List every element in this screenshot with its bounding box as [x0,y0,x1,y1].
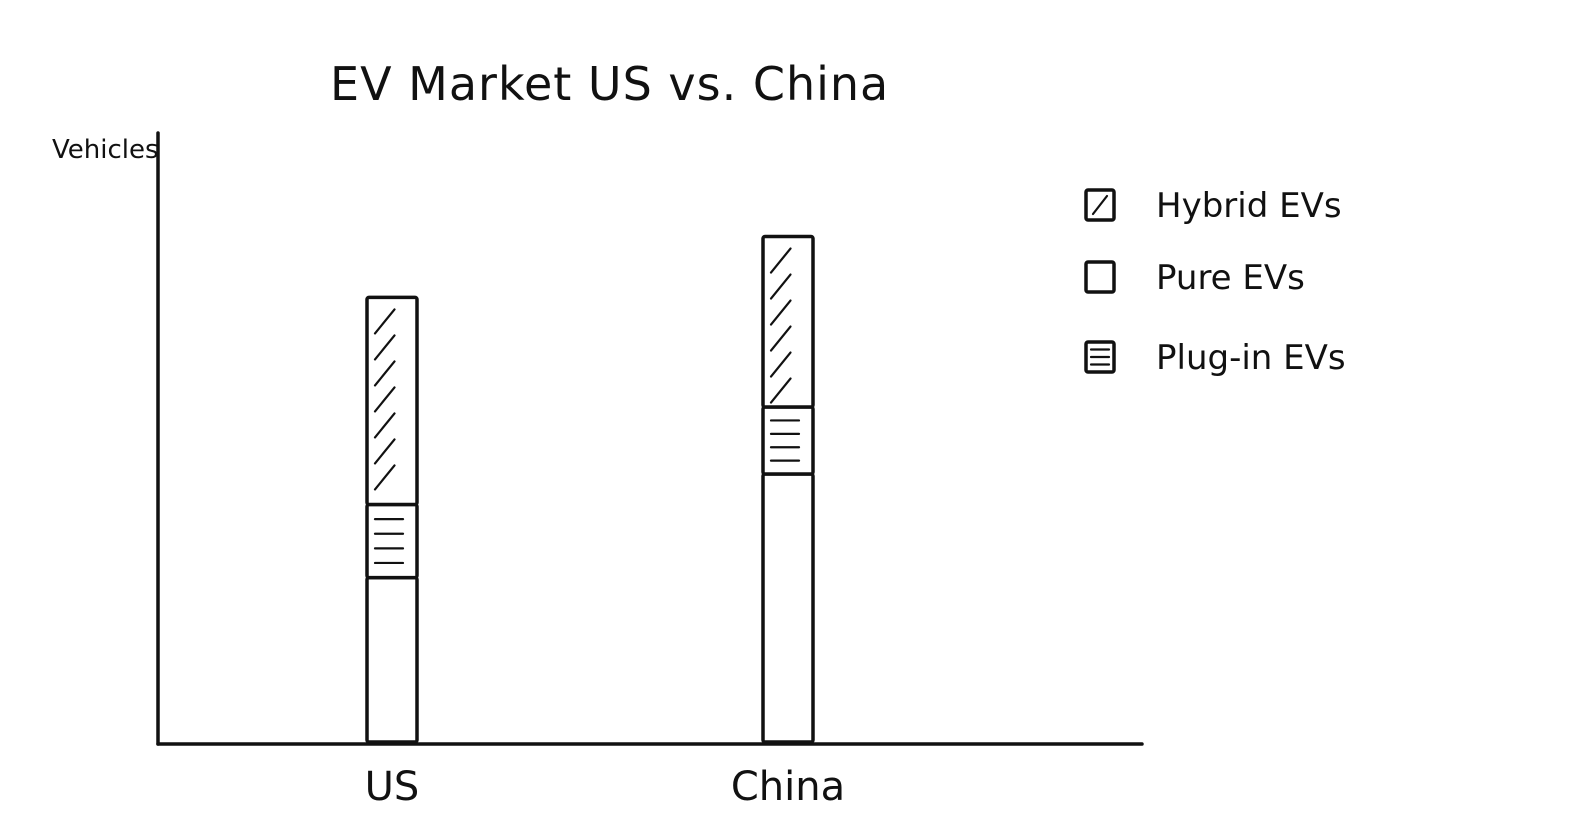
bar-us-hybrid-evs [365,295,419,507]
chart-canvas: EV Market US vs. China Vehicles US China … [52,57,1346,810]
legend: Hybrid EVs Pure EVs Plug-in EVs [1084,186,1346,378]
legend-label-pure-evs: Pure EVs [1156,258,1305,298]
legend-label-plug-in-evs: Plug-in EVs [1156,338,1346,378]
bar-stack-us [365,295,419,744]
bars-layer [365,234,815,744]
x-tick-labels: US China [365,764,845,810]
bar-china-plug-in-evs [761,405,815,476]
legend-swatch-pure-evs [1084,260,1116,294]
x-tick-label-china: China [731,764,845,810]
x-tick-label-us: US [365,764,420,810]
y-axis-label: Vehicles [52,135,159,165]
bar-us-plug-in-evs [365,502,419,580]
legend-item-pure-evs: Pure EVs [1084,258,1305,298]
bar-stack-china [761,234,815,744]
legend-label-hybrid-evs: Hybrid EVs [1156,186,1342,226]
bar-china-pure-evs [761,472,815,744]
bar-us-pure-evs [365,575,419,744]
chart-title: EV Market US vs. China [330,57,889,111]
legend-item-plug-in-evs: Plug-in EVs [1084,338,1346,378]
legend-item-hybrid-evs: Hybrid EVs [1084,186,1342,226]
